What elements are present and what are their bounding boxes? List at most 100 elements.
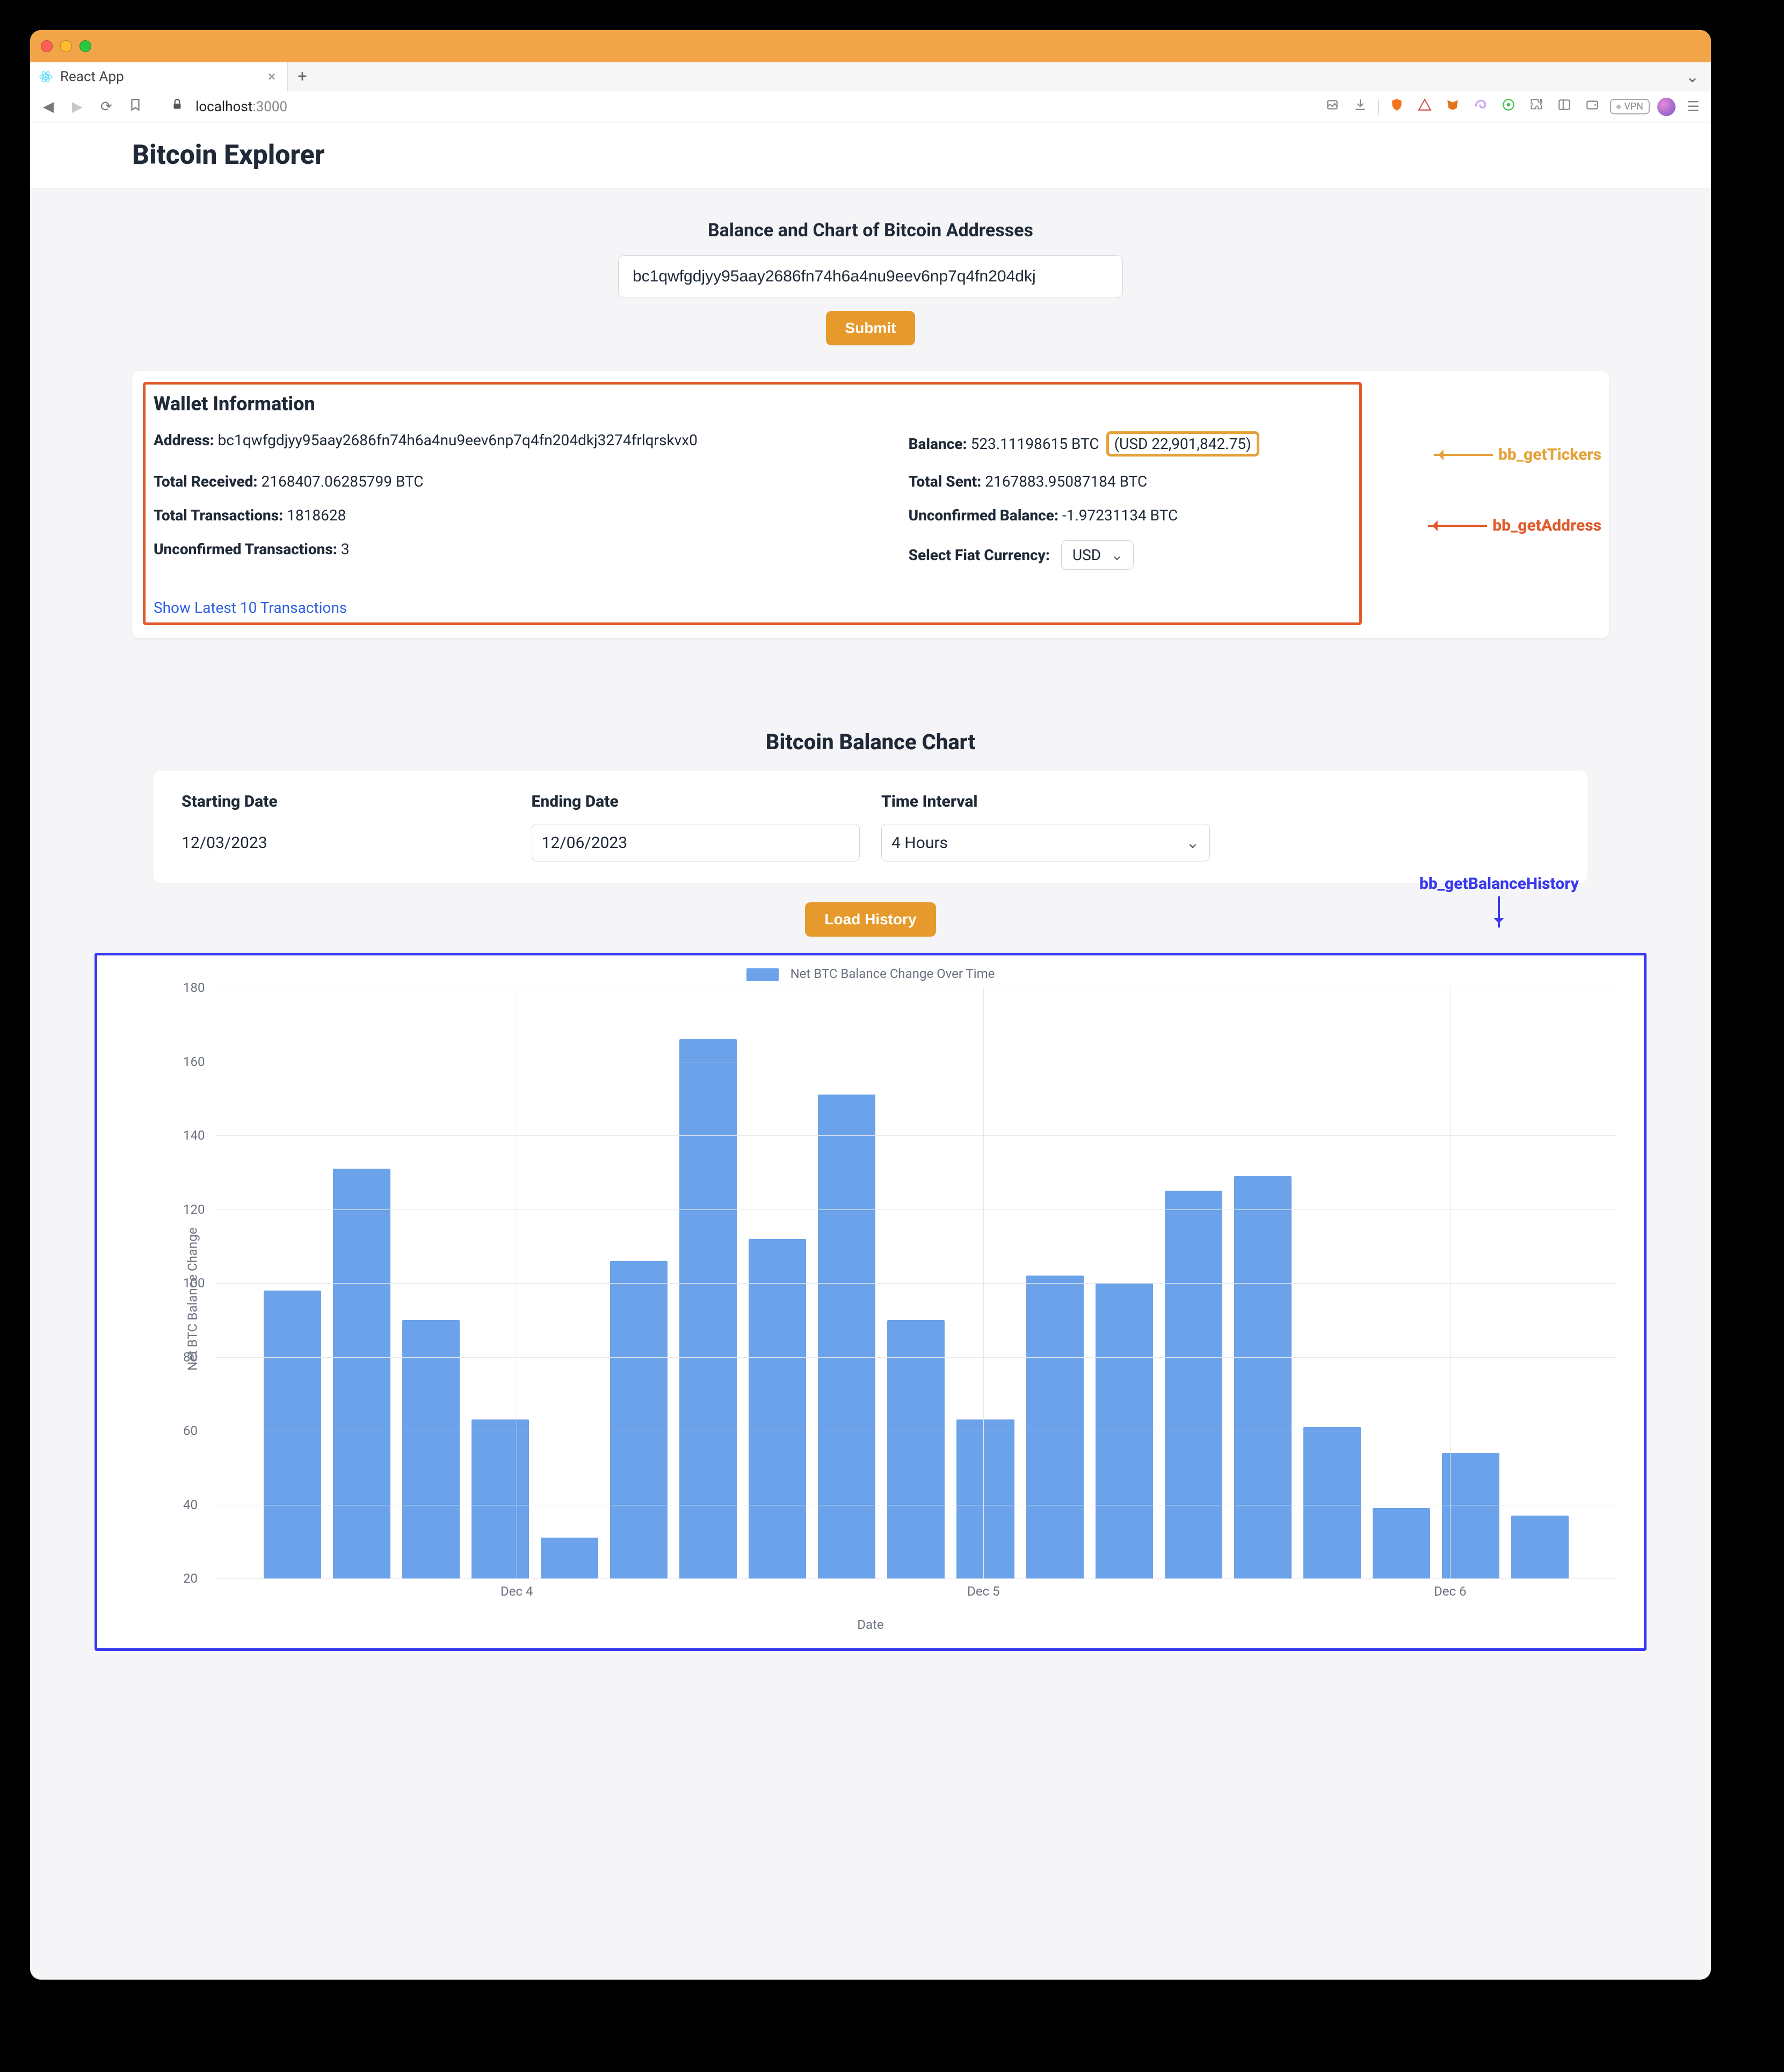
interval-label: Time Interval: [881, 792, 1210, 811]
chart-bar: [1234, 1176, 1292, 1578]
wallet-heading: Wallet Information: [154, 393, 1587, 415]
y-tick: 120: [183, 1202, 205, 1217]
wallet-fiat-row: Select Fiat Currency: USD ⌄: [909, 540, 1587, 570]
balance-chart: Net BTC Balance Change Over Time Net BTC…: [95, 953, 1647, 1651]
chart-bar: [1303, 1427, 1361, 1578]
tab-title: React App: [60, 69, 124, 85]
x-tick: Dec 5: [967, 1584, 999, 1599]
annotation-bb-getaddress: bb_getAddress: [1428, 516, 1601, 535]
chart-section-heading: Bitcoin Balance Chart: [30, 729, 1711, 755]
url-host: localhost: [195, 99, 252, 115]
interval-select[interactable]: 4 Hours ⌄: [881, 824, 1210, 861]
annotation-bb-gettickers: bb_getTickers: [1434, 445, 1601, 464]
react-favicon: [39, 70, 53, 84]
window-zoom-button[interactable]: [79, 40, 91, 52]
extension-swirl-icon[interactable]: [1470, 98, 1491, 115]
nav-forward-button[interactable]: ▶: [67, 99, 88, 115]
wallet-unconfirmed-tx: Unconfirmed Transactions: 3: [154, 540, 887, 570]
wallet-icon[interactable]: [1582, 98, 1602, 115]
vpn-toggle[interactable]: VPN: [1610, 99, 1650, 114]
chart-bar: [1165, 1191, 1222, 1578]
start-date-value: 12/03/2023: [182, 834, 267, 852]
profile-avatar[interactable]: [1657, 98, 1676, 116]
show-transactions-link[interactable]: Show Latest 10 Transactions: [154, 599, 347, 617]
y-tick: 20: [183, 1571, 198, 1586]
vpn-label: VPN: [1624, 101, 1643, 112]
y-tick: 160: [183, 1054, 205, 1069]
browser-tab-active[interactable]: React App ×: [30, 62, 288, 91]
x-tick: Dec 4: [501, 1584, 533, 1599]
browser-tabstrip: React App × + ⌄: [30, 62, 1711, 91]
chart-toolbar-card: Starting Date 12/03/2023 Ending Date 12/…: [154, 771, 1587, 883]
extension-triangle-icon[interactable]: [1415, 98, 1435, 115]
download-icon[interactable]: [1350, 98, 1370, 115]
chart-bar: [1373, 1508, 1430, 1578]
wallet-address: Address: bc1qwfgdjyy95aay2686fn74h6a4nu9…: [154, 431, 887, 457]
annotation-bb-getbalancehistory: bb_getBalanceHistory: [1419, 874, 1579, 928]
start-date-label: Starting Date: [182, 792, 510, 811]
end-date-value: 12/06/2023: [542, 834, 628, 852]
app-title: Bitcoin Explorer: [132, 140, 1609, 171]
chart-bar: [1511, 1516, 1569, 1578]
nav-back-button[interactable]: ◀: [38, 99, 59, 115]
y-tick: 140: [183, 1128, 205, 1143]
end-date-input[interactable]: 12/06/2023: [532, 824, 860, 861]
reader-mode-icon[interactable]: [1322, 98, 1343, 115]
chart-bar: [264, 1291, 321, 1578]
chevron-down-icon: ⌄: [1186, 834, 1199, 852]
new-tab-button[interactable]: +: [288, 62, 317, 91]
window-minimize-button[interactable]: [60, 40, 72, 52]
nav-bookmark-button[interactable]: [125, 98, 146, 115]
chart-bar: [333, 1169, 390, 1578]
macos-titlebar: [30, 30, 1711, 62]
x-axis-label: Date: [113, 1617, 1628, 1632]
chart-bar: [610, 1261, 668, 1578]
search-section: Balance and Chart of Bitcoin Addresses S…: [30, 189, 1711, 361]
wallet-card: Wallet Information Address: bc1qwfgdjyy9…: [132, 371, 1609, 638]
app-menu-icon[interactable]: ☰: [1683, 99, 1703, 115]
chart-bar: [818, 1095, 875, 1578]
metamask-icon[interactable]: [1442, 98, 1463, 115]
y-tick: 60: [183, 1423, 198, 1438]
interval-value: 4 Hours: [891, 834, 948, 852]
legend-swatch: [746, 968, 779, 981]
fiat-currency-select[interactable]: USD ⌄: [1061, 540, 1134, 570]
chevron-down-icon: ⌄: [1111, 546, 1123, 564]
y-tick: 100: [183, 1276, 205, 1291]
fiat-currency-value: USD: [1072, 546, 1101, 564]
brave-shield-icon[interactable]: [1387, 98, 1407, 115]
extensions-puzzle-icon[interactable]: [1526, 98, 1547, 115]
window-close-button[interactable]: [41, 40, 53, 52]
tab-close-icon[interactable]: ×: [268, 69, 275, 85]
submit-button[interactable]: Submit: [826, 311, 916, 345]
browser-toolbar: ◀ ▶ ⟳ localhost:3000 VPN ☰: [30, 91, 1711, 122]
address-bar[interactable]: localhost:3000: [195, 99, 287, 115]
app-header: Bitcoin Explorer: [30, 122, 1711, 189]
chart-bar: [749, 1239, 806, 1579]
extension-circle-icon[interactable]: [1498, 98, 1519, 115]
sidebar-toggle-icon[interactable]: [1554, 98, 1575, 115]
site-security-icon[interactable]: [166, 98, 188, 115]
address-input[interactable]: [618, 255, 1123, 298]
y-tick: 80: [183, 1350, 198, 1365]
tab-overflow-icon[interactable]: ⌄: [1686, 68, 1699, 86]
chart-bar: [541, 1538, 598, 1578]
load-history-button[interactable]: Load History: [805, 902, 935, 937]
nav-reload-button[interactable]: ⟳: [96, 99, 117, 115]
chart-bar: [402, 1320, 460, 1578]
chart-bar: [1026, 1276, 1084, 1578]
search-heading: Balance and Chart of Bitcoin Addresses: [30, 220, 1711, 241]
start-date-input[interactable]: 12/03/2023: [182, 824, 510, 861]
chart-bar: [472, 1419, 529, 1578]
wallet-total-sent: Total Sent: 2167883.95087184 BTC: [909, 473, 1587, 490]
chart-title: Net BTC Balance Change Over Time: [791, 966, 995, 981]
wallet-total-received: Total Received: 2168407.06285799 BTC: [154, 473, 887, 490]
wallet-total-tx: Total Transactions: 1818628: [154, 506, 887, 524]
chart-bar: [679, 1039, 737, 1578]
y-tick: 40: [183, 1497, 198, 1512]
chart-bar: [956, 1419, 1014, 1578]
url-path: :3000: [252, 99, 287, 115]
chart-bar: [887, 1320, 945, 1578]
y-tick: 180: [183, 980, 205, 995]
x-tick: Dec 6: [1434, 1584, 1466, 1599]
